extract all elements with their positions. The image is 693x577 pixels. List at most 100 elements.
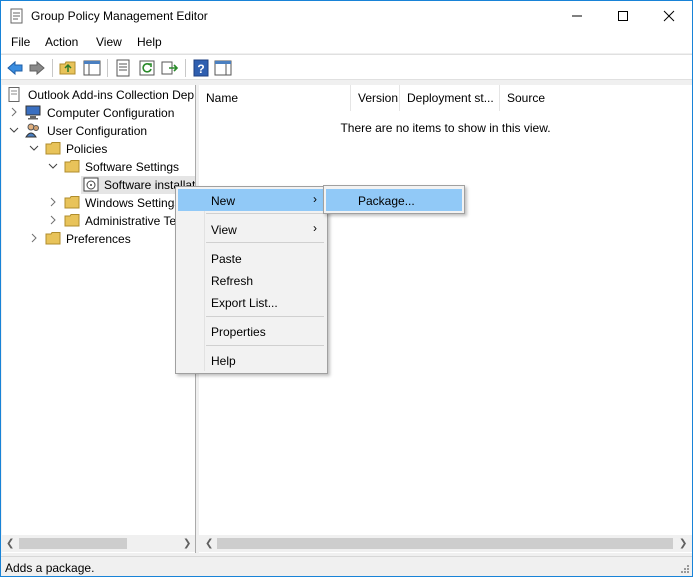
scroll-left-icon[interactable]: ❮ [205, 538, 213, 549]
software-installation-icon [83, 177, 99, 192]
empty-list-message: There are no items to show in this view. [340, 121, 551, 135]
tree-label: Policies [66, 142, 108, 156]
help-icon[interactable]: ? [192, 59, 210, 77]
menu-item-view[interactable]: View › [178, 218, 325, 240]
minimize-button[interactable] [554, 1, 600, 31]
menu-item-label: Help [211, 354, 236, 368]
menu-file[interactable]: File [11, 35, 30, 49]
tree-item-administrative-templates[interactable]: Administrative Te [2, 212, 195, 230]
scroll-left-icon[interactable]: ❮ [6, 538, 14, 549]
maximize-icon [618, 11, 628, 21]
folder-icon [45, 232, 61, 245]
column-header-deployment-state[interactable]: Deployment st... [400, 85, 500, 111]
menu-help[interactable]: Help [137, 35, 162, 49]
new-submenu: Package... [323, 185, 465, 214]
toolbar-separator [52, 59, 53, 77]
menu-action[interactable]: Action [45, 35, 78, 49]
menu-separator [206, 213, 324, 214]
menu-item-properties[interactable]: Properties [178, 320, 325, 342]
menu-item-export-list[interactable]: Export List... [178, 291, 325, 313]
svg-text:?: ? [197, 62, 204, 76]
column-header-name[interactable]: Name [199, 85, 351, 111]
users-icon [25, 123, 39, 138]
app-window: Group Policy Management Editor File Acti… [0, 0, 693, 577]
tree-label: Preferences [66, 232, 131, 246]
folder-icon [45, 142, 61, 155]
toolbar-separator [185, 59, 186, 77]
menu-item-help[interactable]: Help [178, 349, 325, 371]
maximize-button[interactable] [600, 1, 646, 31]
tree-item-software-settings[interactable]: Software Settings [2, 158, 195, 176]
tree-item-computer-configuration[interactable]: Computer Configuration [2, 104, 195, 122]
submenu-arrow-icon: › [313, 221, 317, 235]
folder-icon [64, 196, 80, 209]
forward-icon[interactable] [28, 59, 46, 77]
menu-item-new[interactable]: New › [178, 189, 325, 211]
menu-separator [206, 345, 324, 346]
title-bar: Group Policy Management Editor [1, 1, 692, 31]
tree-item-preferences[interactable]: Preferences [2, 230, 195, 248]
chevron-right-icon [50, 215, 56, 225]
show-hide-tree-icon[interactable] [83, 59, 101, 77]
tree-item-user-configuration[interactable]: User Configuration [2, 122, 195, 140]
up-folder-icon[interactable] [59, 59, 77, 77]
tree-label: User Configuration [47, 124, 148, 138]
folder-icon [64, 160, 80, 173]
resize-grip-icon[interactable] [680, 564, 690, 574]
close-icon [663, 10, 675, 22]
menu-item-label: Refresh [211, 274, 254, 288]
scrollbar-thumb[interactable] [19, 538, 127, 549]
policy-document-icon [8, 87, 20, 102]
menu-item-package[interactable]: Package... [326, 189, 462, 211]
gpo-editor-app-icon [10, 8, 23, 24]
show-hide-action-pane-icon[interactable] [214, 59, 232, 77]
column-header-source[interactable]: Source [500, 85, 692, 111]
chevron-right-icon [31, 233, 37, 243]
menu-item-label: Paste [211, 252, 242, 266]
status-text: Adds a package. [5, 561, 95, 575]
chevron-down-icon [29, 145, 39, 151]
tree-item-windows-settings[interactable]: Windows Settings [2, 194, 195, 212]
toolbar: ? [1, 54, 692, 80]
tree-horizontal-scrollbar[interactable]: ❮ ❯ [2, 535, 195, 552]
refresh-icon[interactable] [138, 59, 156, 77]
menu-separator [206, 316, 324, 317]
tree-label: Software Settings [85, 160, 180, 174]
tree-label: Computer Configuration [47, 106, 175, 120]
scrollbar-thumb[interactable] [217, 538, 673, 549]
menu-item-label: View [211, 223, 237, 237]
menu-item-label: Export List... [211, 296, 278, 310]
tree-label: Windows Settings [85, 196, 181, 210]
computer-icon [25, 105, 41, 120]
tree-pane: Outlook Add-ins Collection Dep Computer … [2, 85, 196, 553]
tree-label: Outlook Add-ins Collection Dep [28, 88, 195, 102]
export-list-icon[interactable] [161, 59, 179, 77]
tree-item-policies[interactable]: Policies [2, 140, 195, 158]
properties-icon[interactable] [114, 59, 132, 77]
status-bar: Adds a package. [1, 556, 692, 576]
submenu-arrow-icon: › [313, 192, 317, 206]
menu-item-label: New [211, 194, 236, 208]
chevron-right-icon [50, 197, 56, 207]
minimize-icon [572, 15, 582, 17]
column-header-version[interactable]: Version [351, 85, 400, 111]
scroll-right-icon[interactable]: ❯ [183, 538, 191, 549]
folder-icon [64, 214, 80, 227]
close-button[interactable] [646, 1, 692, 31]
window-title: Group Policy Management Editor [31, 9, 208, 23]
toolbar-separator [107, 59, 108, 77]
chevron-down-icon [9, 127, 19, 133]
menu-item-label: Properties [211, 325, 266, 339]
tree-label: Administrative Te [85, 214, 177, 228]
menu-item-refresh[interactable]: Refresh [178, 269, 325, 291]
chevron-down-icon [48, 163, 58, 169]
menu-view[interactable]: View [96, 35, 122, 49]
menu-item-paste[interactable]: Paste [178, 247, 325, 269]
back-icon[interactable] [6, 59, 24, 77]
tree-item-root[interactable]: Outlook Add-ins Collection Dep [2, 86, 195, 104]
menu-item-label: Package... [358, 194, 415, 208]
scroll-right-icon[interactable]: ❯ [679, 538, 687, 549]
chevron-right-icon [11, 107, 17, 117]
menu-bar: File Action View Help [1, 31, 692, 53]
list-horizontal-scrollbar[interactable]: ❮ ❯ [199, 535, 692, 552]
